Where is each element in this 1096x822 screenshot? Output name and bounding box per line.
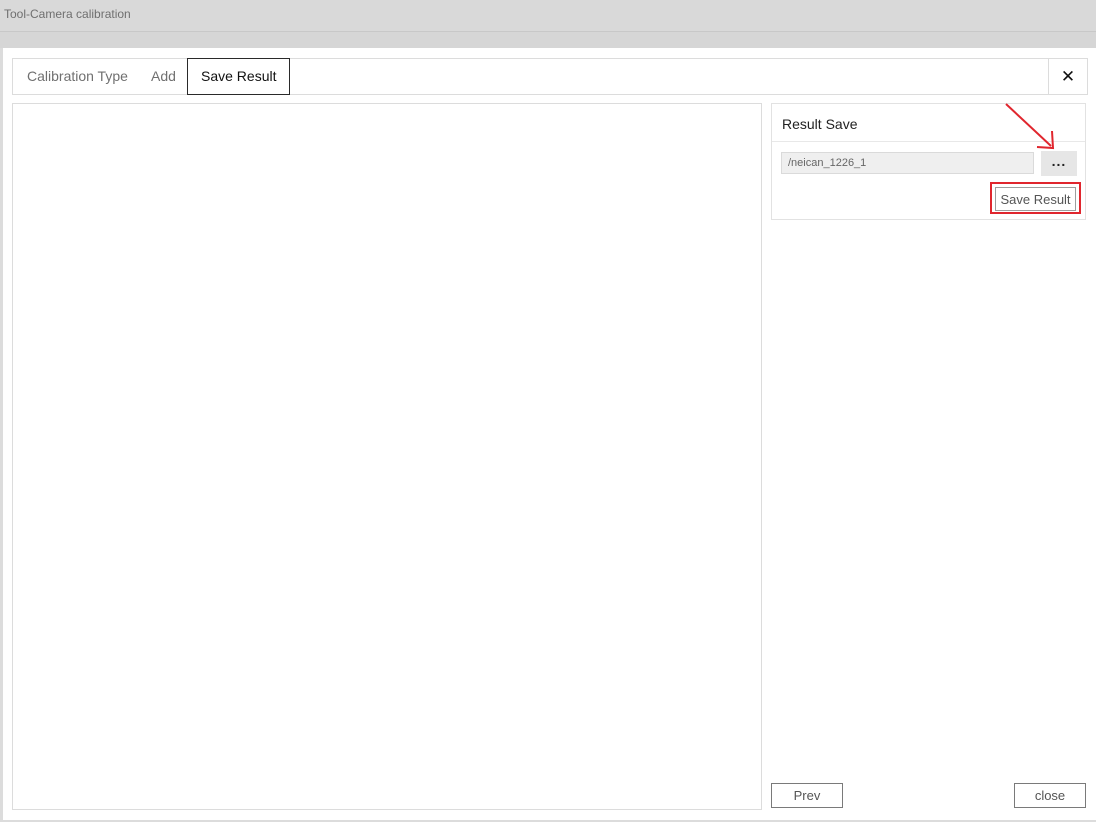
tab-add[interactable]: Add	[151, 59, 176, 94]
window-title: Tool-Camera calibration	[4, 7, 131, 21]
save-path-input[interactable]	[781, 152, 1034, 174]
tab-calibration-type[interactable]: Calibration Type	[27, 59, 128, 94]
title-bar: Tool-Camera calibration	[0, 0, 1096, 32]
result-save-header: Result Save	[772, 104, 1085, 142]
prev-button[interactable]: Prev	[771, 783, 843, 808]
browse-button[interactable]: ...	[1041, 151, 1077, 176]
close-icon: ✕	[1060, 67, 1076, 86]
save-result-button[interactable]: Save Result	[995, 187, 1076, 211]
close-button[interactable]: close	[1014, 783, 1086, 808]
result-save-panel: Result Save ... Save Result	[771, 103, 1086, 220]
tab-bar: Calibration Type Add Save Result ✕	[12, 58, 1088, 95]
ellipsis-icon: ...	[1051, 152, 1067, 169]
toolbar-strip	[0, 32, 1096, 48]
calibration-dialog: Calibration Type Add Save Result ✕ Resul…	[3, 48, 1096, 820]
tab-save-result[interactable]: Save Result	[187, 58, 291, 95]
dialog-close-button[interactable]: ✕	[1048, 59, 1087, 94]
preview-panel	[12, 103, 762, 810]
